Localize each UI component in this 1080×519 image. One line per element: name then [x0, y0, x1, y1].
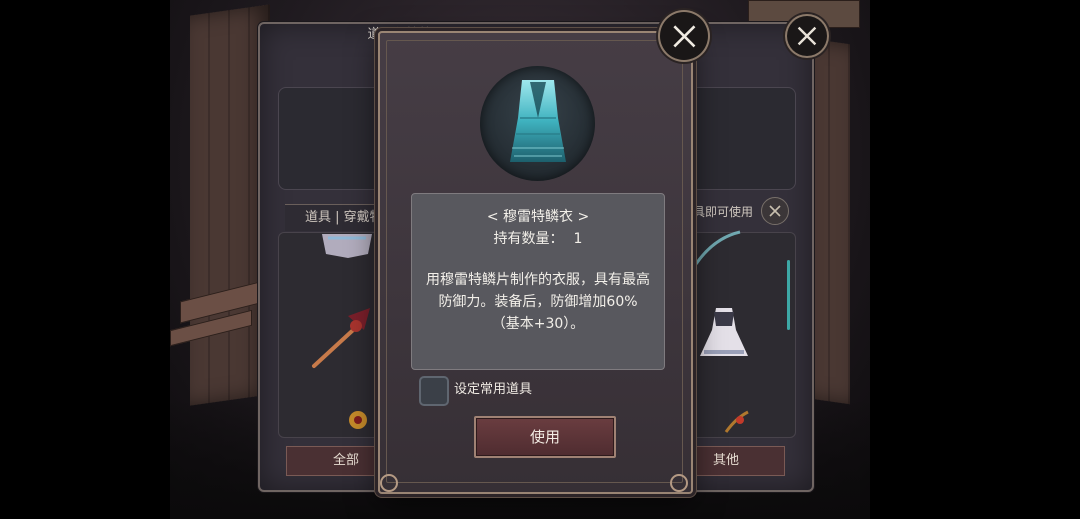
favorite-label[interactable]: 设定常用道具 [454, 380, 532, 400]
favorite-checkbox[interactable] [419, 376, 449, 406]
teal-scale-robe-icon [510, 80, 566, 162]
item-name: < 穆雷特鳞衣 > [486, 209, 590, 225]
item-description-box: < 穆雷特鳞衣 > 持有数量： 1 用穆雷特鳞片制作的衣服，具有最高防御力。装备后… [411, 193, 665, 370]
item-icon-frame [480, 66, 595, 181]
ornament-corner [670, 474, 688, 492]
equip-slot-area-right [690, 87, 796, 190]
close-icon [769, 205, 781, 217]
close-icon [797, 26, 817, 46]
clothing-item-icon[interactable] [318, 232, 376, 260]
scrollbar[interactable] [787, 260, 790, 330]
equip-slot-area-left [278, 87, 390, 190]
item-count-label: 持有数量： [493, 231, 564, 247]
item-description: 用穆雷特鳞片制作的衣服，具有最高防御力。装备后，防御增加60%（基本+30）。 [426, 272, 650, 332]
flower-item-icon[interactable] [340, 405, 376, 435]
herb-item-icon[interactable] [722, 408, 752, 436]
item-count-value: 1 [573, 231, 583, 247]
storage-close-button[interactable] [787, 16, 827, 56]
dress-item-icon[interactable] [696, 304, 752, 364]
use-button[interactable]: 使用 [474, 416, 616, 458]
modal-close-button[interactable] [660, 12, 708, 60]
wing-item-icon[interactable] [694, 228, 744, 268]
weapon-item-icon[interactable] [308, 300, 380, 372]
clear-filter-button[interactable] [761, 197, 789, 225]
close-icon [672, 24, 695, 47]
item-count: 持有数量： 1 [412, 228, 664, 248]
ornament-corner [380, 474, 398, 492]
usable-hint-text: 具即可使用 [693, 205, 754, 219]
